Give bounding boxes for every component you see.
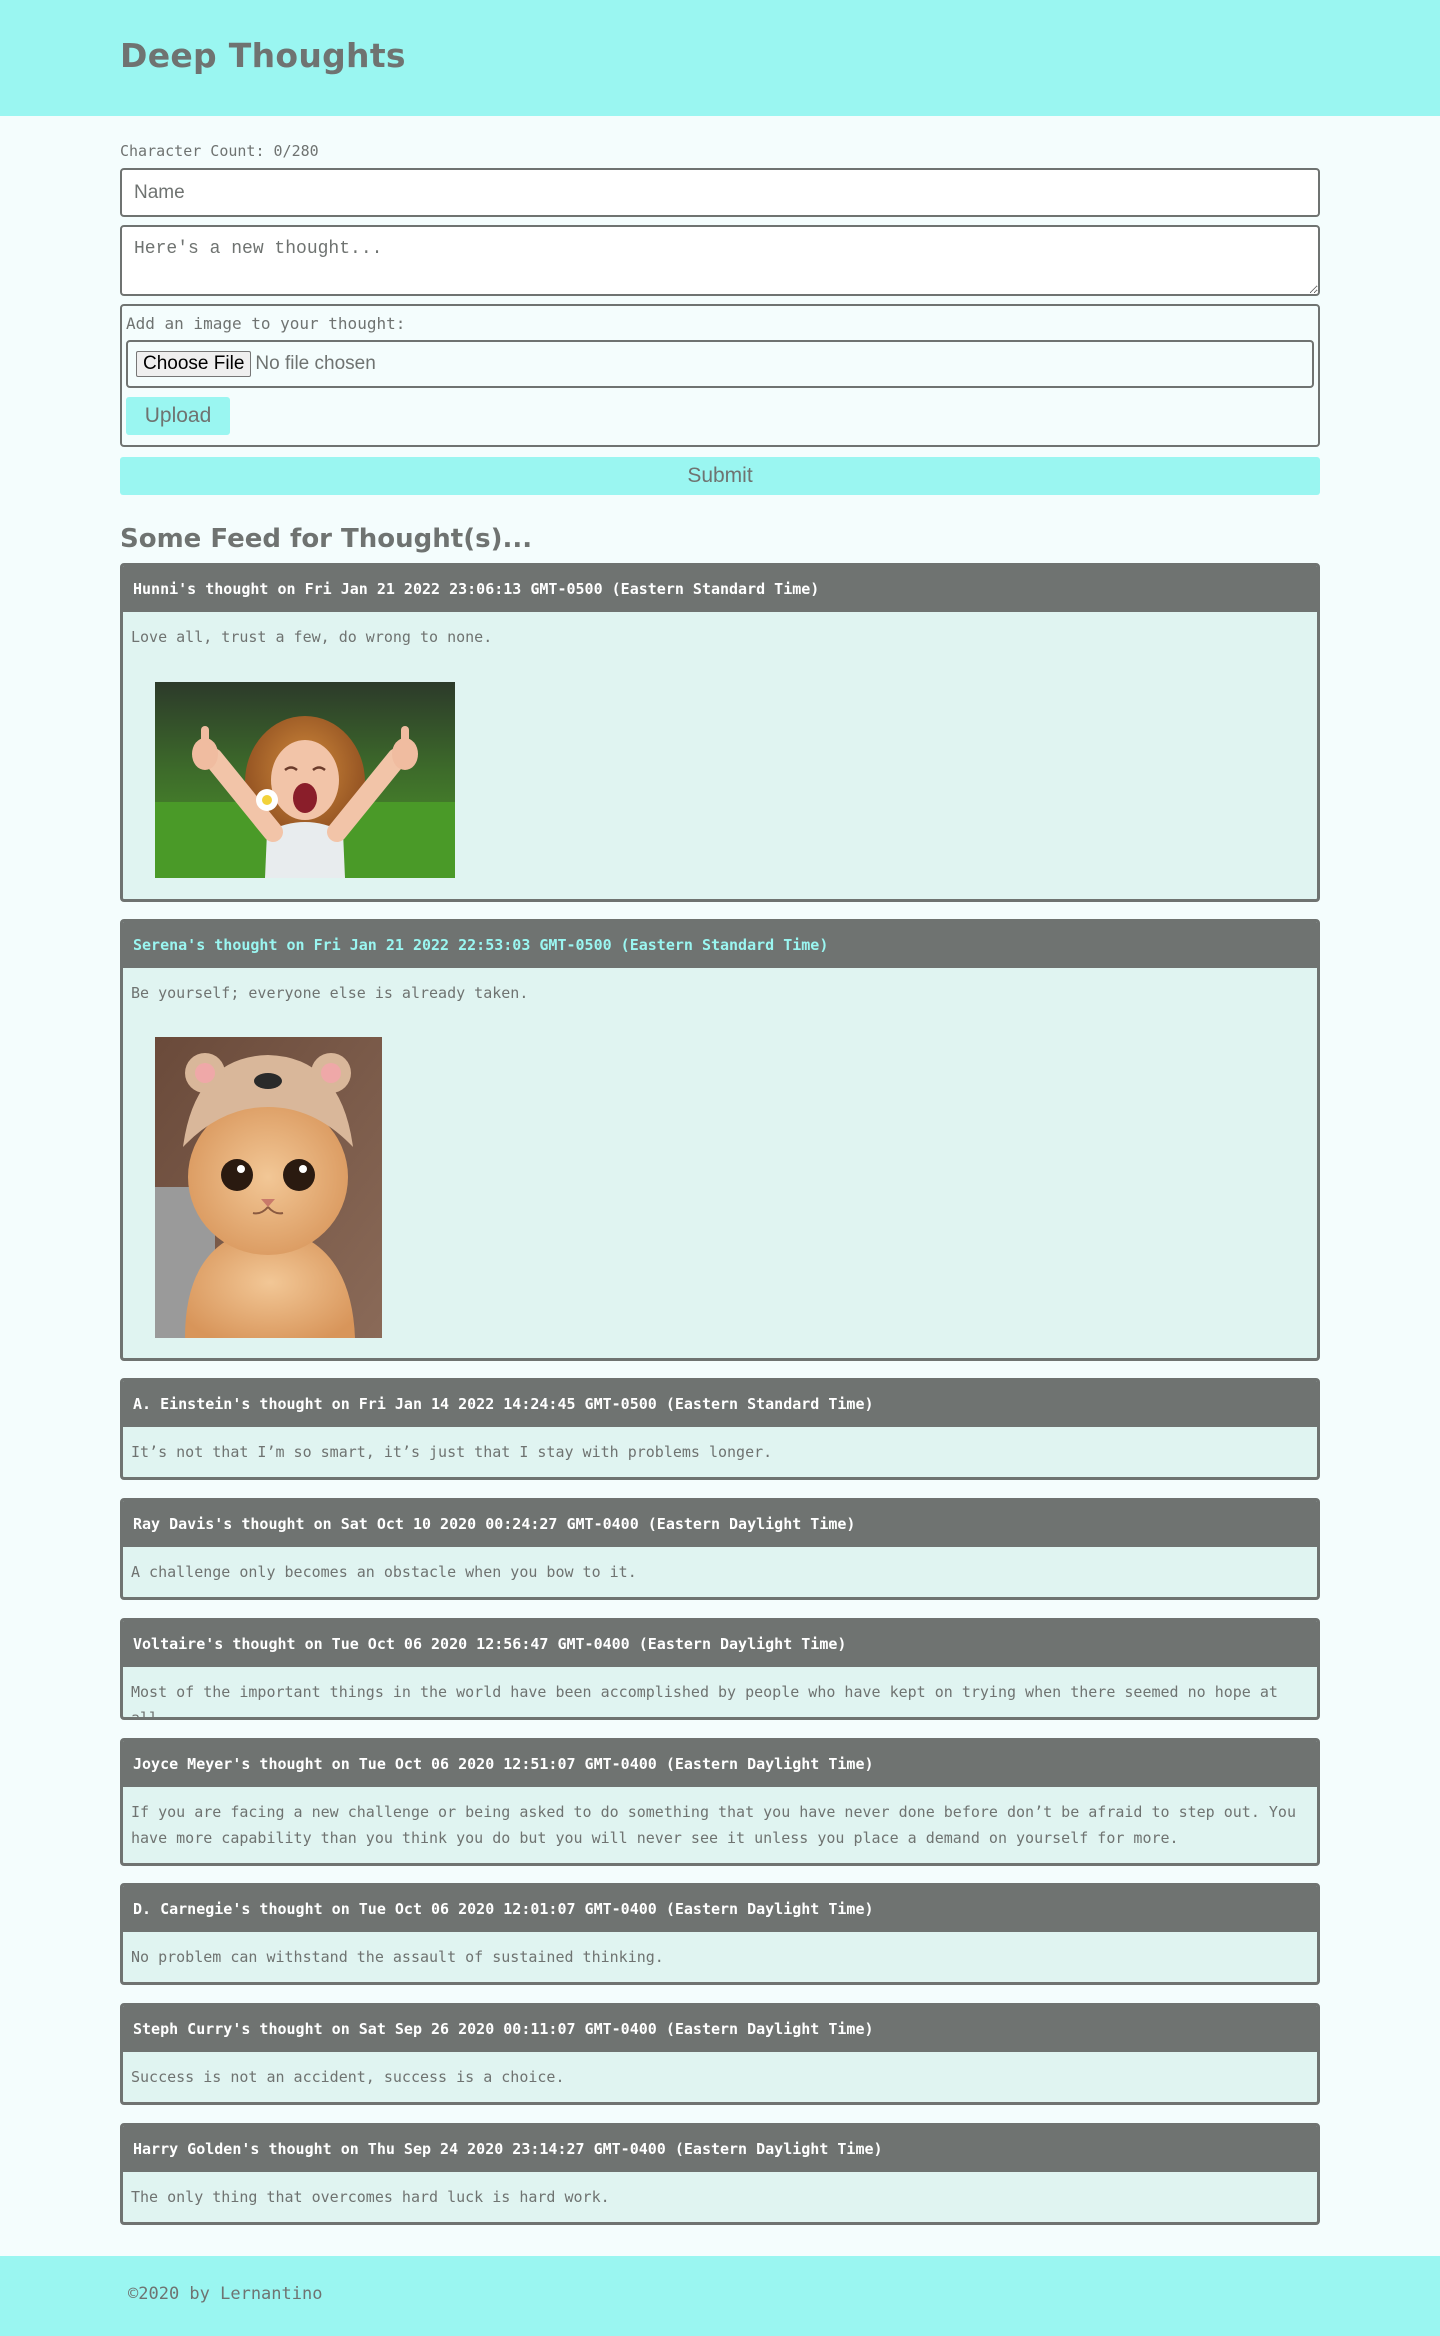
thought-card: Ray Davis's thought on Sat Oct 10 2020 0… [120, 1498, 1320, 1600]
thought-heading[interactable]: Serena's thought on Fri Jan 21 2022 22:5… [123, 922, 1317, 968]
name-input[interactable] [120, 168, 1320, 217]
thought-card: Joyce Meyer's thought on Tue Oct 06 2020… [120, 1738, 1320, 1866]
site-header: Deep Thoughts [0, 0, 1440, 116]
thought-textarea[interactable] [120, 225, 1320, 296]
thought-card: Voltaire's thought on Tue Oct 06 2020 12… [120, 1618, 1320, 1720]
girl-thumbs-up-photo [155, 682, 455, 878]
thought-card: Harry Golden's thought on Thu Sep 24 202… [120, 2123, 1320, 2225]
thought-heading[interactable]: D. Carnegie's thought on Tue Oct 06 2020… [123, 1886, 1317, 1932]
thought-heading[interactable]: Ray Davis's thought on Sat Oct 10 2020 0… [123, 1501, 1317, 1547]
image-upload-section: Add an image to your thought: Choose Fil… [120, 304, 1320, 447]
thought-text: If you are facing a new challenge or bei… [131, 1803, 1296, 1847]
site-footer: ©2020 by Lernantino [0, 2256, 1440, 2336]
thought-heading[interactable]: Steph Curry's thought on Sat Sep 26 2020… [123, 2006, 1317, 2052]
thought-heading[interactable]: Hunni's thought on Fri Jan 21 2022 23:06… [123, 566, 1317, 612]
file-input[interactable]: Choose File No file chosen [126, 340, 1314, 388]
thought-heading[interactable]: Harry Golden's thought on Thu Sep 24 202… [123, 2126, 1317, 2172]
thought-text: Most of the important things in the worl… [131, 1683, 1278, 1720]
submit-button[interactable]: Submit [120, 457, 1320, 495]
thought-heading[interactable]: Joyce Meyer's thought on Tue Oct 06 2020… [123, 1741, 1317, 1787]
thought-card: Steph Curry's thought on Sat Sep 26 2020… [120, 2003, 1320, 2105]
file-status-text: No file chosen [255, 353, 376, 374]
copyright-text: ©2020 by Lernantino [128, 2284, 323, 2304]
thought-card: D. Carnegie's thought on Tue Oct 06 2020… [120, 1883, 1320, 1985]
feed-title: Some Feed for Thought(s)... [120, 524, 533, 554]
thought-text: A challenge only becomes an obstacle whe… [131, 1563, 637, 1581]
thought-heading[interactable]: Voltaire's thought on Tue Oct 06 2020 12… [123, 1621, 1317, 1667]
thought-text: No problem can withstand the assault of … [131, 1948, 664, 1966]
thought-card: A. Einstein's thought on Fri Jan 14 2022… [120, 1378, 1320, 1480]
thought-text: The only thing that overcomes hard luck … [131, 2188, 610, 2206]
character-count: Character Count: 0/280 [120, 142, 319, 160]
upload-button[interactable]: Upload [126, 397, 230, 435]
thought-text: It’s not that I’m so smart, it’s just th… [131, 1443, 773, 1461]
thought-card: Serena's thought on Fri Jan 21 2022 22:5… [120, 919, 1320, 1361]
image-upload-label: Add an image to your thought: [126, 314, 406, 333]
thought-card: Hunni's thought on Fri Jan 21 2022 23:06… [120, 563, 1320, 902]
thought-text: Success is not an accident, success is a… [131, 2068, 565, 2086]
thought-text: Be yourself; everyone else is already ta… [131, 984, 529, 1002]
thought-text: Love all, trust a few, do wrong to none. [131, 628, 493, 646]
thought-heading[interactable]: A. Einstein's thought on Fri Jan 14 2022… [123, 1381, 1317, 1427]
choose-file-button[interactable]: Choose File [136, 351, 252, 377]
cat-in-hat-photo [155, 1037, 382, 1338]
site-title[interactable]: Deep Thoughts [120, 36, 406, 75]
thought-form: Character Count: 0/280 Add an image to y… [120, 142, 1320, 495]
